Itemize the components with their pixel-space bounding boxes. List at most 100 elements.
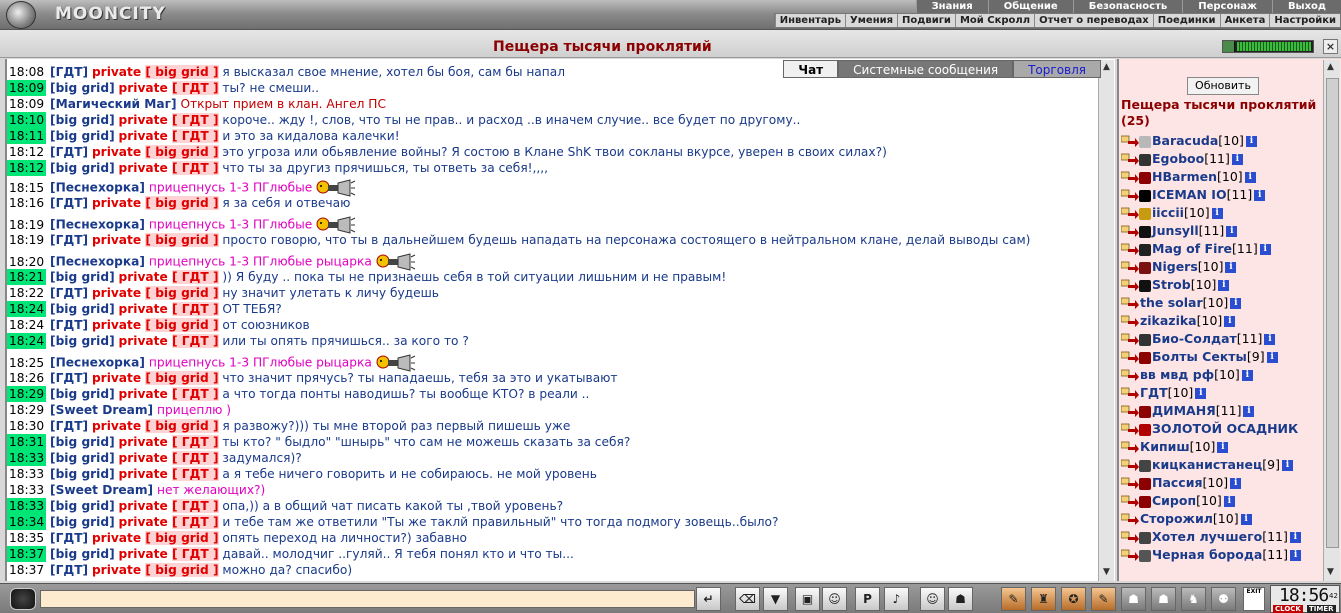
info-icon[interactable]: i xyxy=(1266,352,1278,363)
submenu-duels[interactable]: Поединки xyxy=(1152,14,1220,27)
private-recipient[interactable]: [ ГДТ ] xyxy=(171,467,219,481)
tab-trade[interactable]: Торговля xyxy=(1013,60,1101,78)
message-sender[interactable]: [big grid] xyxy=(50,547,115,561)
info-icon[interactable]: i xyxy=(1231,154,1243,165)
scroll-up-icon[interactable]: ▲ xyxy=(1101,62,1112,72)
user-name[interactable]: вв мвд рф xyxy=(1140,367,1214,382)
user-list-item[interactable]: Болты Секты[9] i xyxy=(1120,348,1278,366)
info-icon[interactable]: i xyxy=(1225,262,1237,273)
info-icon[interactable]: i xyxy=(1224,316,1236,327)
submenu-transfer-report[interactable]: Отчет о переводах xyxy=(1034,14,1153,27)
message-sender[interactable]: [ГДТ] xyxy=(50,65,88,79)
exit-button[interactable]: EXIT xyxy=(1243,587,1265,611)
private-recipient[interactable]: [ ГДТ ] xyxy=(171,334,219,348)
user-name[interactable]: Кипиш xyxy=(1140,439,1190,454)
info-icon[interactable]: i xyxy=(1223,496,1235,507)
message-sender[interactable]: [ГДТ] xyxy=(50,318,88,332)
user-name[interactable]: Хотел лучшего xyxy=(1152,529,1262,544)
message-sender[interactable]: [Песнехорка] xyxy=(50,255,145,269)
action-icon-2[interactable]: ♜ xyxy=(1031,587,1056,611)
private-recipient[interactable]: [ ГДТ ] xyxy=(171,302,219,316)
chat-scrollbar[interactable]: ▲ ▼ xyxy=(1098,60,1114,581)
message-sender[interactable]: [big grid] xyxy=(50,467,115,481)
private-recipient[interactable]: [ ГДТ ] xyxy=(171,270,219,284)
walk-icon[interactable]: ☺ xyxy=(822,587,847,611)
timer-label[interactable]: TIMER xyxy=(1307,605,1336,613)
user-list-item[interactable]: Черная борода[11] i xyxy=(1120,546,1302,564)
info-icon[interactable]: i xyxy=(1243,406,1255,417)
private-recipient[interactable]: [ big grid ] xyxy=(145,531,219,545)
sound-icon[interactable]: ♪ xyxy=(884,587,909,611)
private-message-icon[interactable] xyxy=(1120,405,1139,418)
user-list-item[interactable]: ICEMAN IO[11] i xyxy=(1120,186,1266,204)
message-sender[interactable]: [ГДТ] xyxy=(50,286,88,300)
user-name[interactable]: iiccii xyxy=(1152,205,1184,220)
private-message-icon[interactable] xyxy=(1120,441,1139,454)
user-list-item[interactable]: Mag of Fire[11] i xyxy=(1120,240,1271,258)
user-list-item[interactable]: the solar[10] i xyxy=(1120,294,1242,312)
refresh-button[interactable]: Обновить xyxy=(1187,77,1259,95)
private-message-icon[interactable] xyxy=(1120,333,1139,346)
action-icon-6[interactable]: ☗ xyxy=(1151,587,1176,611)
send-icon[interactable]: ↵ xyxy=(696,587,721,611)
private-icon[interactable]: P xyxy=(855,587,880,611)
message-sender[interactable]: [Sweet Dream] xyxy=(50,483,153,497)
user-list-item[interactable]: Baracuda[10] i xyxy=(1120,132,1257,150)
user-list-item[interactable]: Strob[10] i xyxy=(1120,276,1230,294)
private-message-icon[interactable] xyxy=(1120,135,1139,148)
sidebar-scroll-up-icon[interactable]: ▲ xyxy=(1327,62,1334,72)
message-sender[interactable]: [ГДТ] xyxy=(50,145,88,159)
user-list-item[interactable]: ГДТ[10] i xyxy=(1120,384,1207,402)
message-sender[interactable]: [Песнехорка] xyxy=(50,218,145,232)
info-icon[interactable]: i xyxy=(1218,280,1230,291)
message-sender[interactable]: [ГДТ] xyxy=(50,419,88,433)
private-recipient[interactable]: [ big grid ] xyxy=(145,233,219,247)
info-icon[interactable]: i xyxy=(1226,226,1238,237)
submenu-my-scroll[interactable]: Мой Скролл xyxy=(954,14,1034,27)
user-list-item[interactable]: Сироп[10] i xyxy=(1120,492,1235,510)
sidebar-scrollbar[interactable]: ▲ ▼ xyxy=(1323,60,1340,581)
action-icon-3[interactable]: ✪ xyxy=(1061,587,1086,611)
message-sender[interactable]: [Песнехорка] xyxy=(50,181,145,195)
message-sender[interactable]: [ГДТ] xyxy=(50,371,88,385)
user-list-item[interactable]: Кипиш[10] i xyxy=(1120,438,1229,456)
helmet-icon[interactable]: ☗ xyxy=(948,587,973,611)
private-recipient[interactable]: [ ГДТ ] xyxy=(171,547,219,561)
message-sender[interactable]: [big grid] xyxy=(50,161,115,175)
scroll-down-icon[interactable]: ▼ xyxy=(1101,567,1112,577)
private-recipient[interactable]: [ ГДТ ] xyxy=(171,161,219,175)
message-sender[interactable]: [ГДТ] xyxy=(50,563,88,577)
private-recipient[interactable]: [ big grid ] xyxy=(145,65,219,79)
user-list-item[interactable]: HBarmen[10] i xyxy=(1120,168,1256,186)
private-message-icon[interactable] xyxy=(1120,477,1139,490)
user-list-item[interactable]: Хотел лучшего[11] i xyxy=(1120,528,1301,546)
message-sender[interactable]: [ГДТ] xyxy=(50,531,88,545)
message-sender[interactable]: [big grid] xyxy=(50,113,115,127)
user-list-item[interactable]: Junsyll[11] i xyxy=(1120,222,1238,240)
user-list-item[interactable]: Био-Солдат[11] i xyxy=(1120,330,1276,348)
message-sender[interactable]: [big grid] xyxy=(50,129,115,143)
message-sender[interactable]: [Песнехорка] xyxy=(50,356,145,370)
private-message-icon[interactable] xyxy=(1120,207,1139,220)
smiley-icon[interactable]: ☺ xyxy=(920,587,945,611)
info-icon[interactable]: i xyxy=(1230,298,1242,309)
menu-exit[interactable]: Выход xyxy=(1271,0,1341,13)
info-icon[interactable]: i xyxy=(1264,334,1276,345)
message-sender[interactable]: [big grid] xyxy=(50,435,115,449)
private-recipient[interactable]: [ ГДТ ] xyxy=(171,515,219,529)
info-icon[interactable]: i xyxy=(1244,172,1256,183)
user-name[interactable]: Mag of Fire xyxy=(1152,241,1232,256)
private-recipient[interactable]: [ ГДТ ] xyxy=(171,499,219,513)
info-icon[interactable]: i xyxy=(1241,370,1253,381)
private-message-icon[interactable] xyxy=(1120,315,1139,328)
private-message-icon[interactable] xyxy=(1120,171,1139,184)
chat-input[interactable] xyxy=(40,590,695,608)
info-icon[interactable]: i xyxy=(1282,460,1294,471)
message-sender[interactable]: [big grid] xyxy=(50,81,115,95)
private-recipient[interactable]: [ ГДТ ] xyxy=(171,81,219,95)
private-message-icon[interactable] xyxy=(1120,513,1139,526)
user-name[interactable]: ICEMAN IO xyxy=(1152,187,1227,202)
info-icon[interactable]: i xyxy=(1230,478,1242,489)
user-name[interactable]: Junsyll xyxy=(1152,223,1199,238)
message-sender[interactable]: [big grid] xyxy=(50,387,115,401)
